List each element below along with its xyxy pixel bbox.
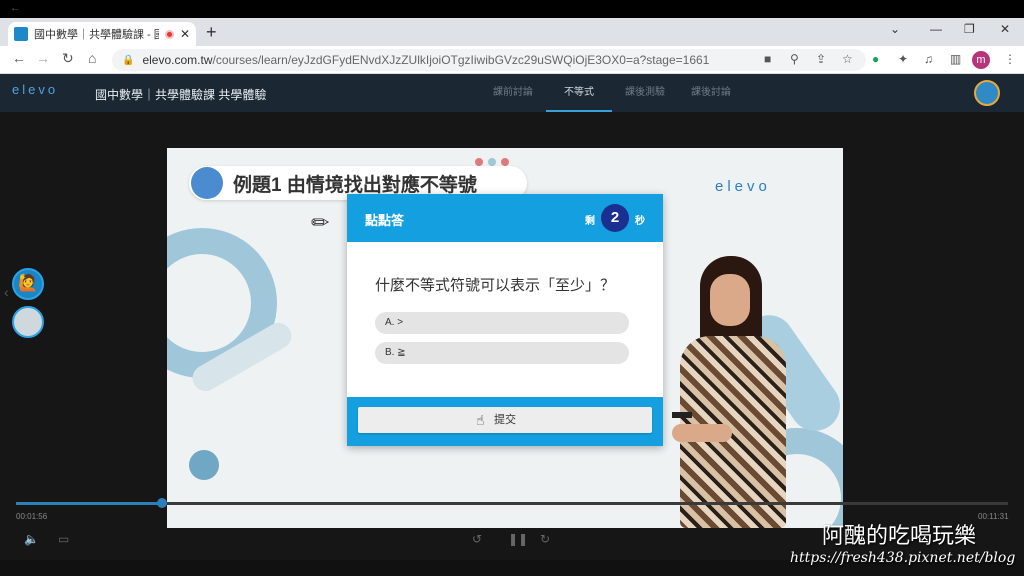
quiz-question: 什麼不等式符號可以表示「至少」？ bbox=[375, 277, 616, 294]
progress-bar[interactable] bbox=[16, 498, 1008, 508]
quiz-header: 點點答 剩 2 秒 bbox=[347, 194, 663, 242]
example-title: 例題1 由情境找出對應不等號 bbox=[233, 174, 477, 196]
camera-icon[interactable]: ■ bbox=[764, 52, 771, 66]
browser-menu-icon[interactable]: ⋮ bbox=[1004, 52, 1016, 66]
grammarly-icon[interactable]: ● bbox=[872, 52, 879, 66]
globe-icon bbox=[191, 167, 223, 199]
nav-post-discussion[interactable]: 課後討論 bbox=[678, 74, 744, 112]
browser-tab[interactable]: 國中數學｜共學體驗課 - 國中 ✕ bbox=[8, 22, 196, 46]
os-title-strip: ← bbox=[0, 0, 1024, 18]
total-time: 00:11:31 bbox=[978, 512, 1009, 521]
lesson-nav: 課前討論 不等式 課後測驗 課後討論 bbox=[480, 74, 744, 112]
course-title: 國中數學｜共學體驗課 共學體驗 bbox=[95, 88, 267, 102]
remaining-label: 剩 bbox=[585, 216, 595, 227]
back-arrow-icon[interactable]: ← bbox=[10, 2, 21, 14]
share-icon[interactable]: ⇪ bbox=[816, 52, 826, 66]
new-tab-button[interactable]: + bbox=[206, 22, 217, 43]
mascot-icon[interactable] bbox=[12, 306, 44, 338]
countdown-timer: 2 bbox=[601, 204, 629, 232]
watermark-url: https://fresh438.pixnet.net/blog bbox=[790, 550, 1016, 566]
url-path: /courses/learn/eyJzdGFydENvdXJzZUlkIjoiO… bbox=[212, 53, 710, 67]
url-host: elevo.com.tw bbox=[142, 53, 213, 67]
browser-tab-bar: 國中數學｜共學體驗課 - 國中 ✕ + ⌄ — ❐ ✕ bbox=[0, 18, 1024, 46]
seconds-label: 秒 bbox=[635, 216, 645, 227]
current-time: 00:01:56 bbox=[16, 512, 48, 521]
reload-icon[interactable]: ↻ bbox=[62, 50, 74, 67]
nav-pre-discussion[interactable]: 課前討論 bbox=[480, 74, 546, 112]
nav-inequality[interactable]: 不等式 bbox=[546, 74, 612, 112]
nav-post-quiz[interactable]: 課後測驗 bbox=[612, 74, 678, 112]
video-logo: elevo bbox=[715, 178, 771, 195]
bookmark-star-icon[interactable]: ☆ bbox=[842, 52, 853, 66]
volume-icon[interactable]: 🔈 bbox=[24, 532, 39, 546]
progress-fill bbox=[16, 502, 162, 505]
tab-title: 國中數學｜共學體驗課 - 國中 bbox=[34, 29, 159, 41]
lock-icon: 🔒 bbox=[122, 54, 135, 66]
rewind-10-icon[interactable]: ↺ bbox=[472, 532, 482, 546]
profile-avatar[interactable]: m bbox=[972, 51, 990, 69]
browser-toolbar: ← → ↻ ⌂ 🔒 elevo.com.tw/courses/learn/eyJ… bbox=[0, 46, 1024, 74]
minimize-icon[interactable]: — bbox=[930, 22, 942, 36]
collapse-arrow-icon[interactable]: ‹ bbox=[4, 284, 9, 300]
side-panel-icon[interactable]: ▥ bbox=[950, 52, 961, 66]
pause-icon[interactable]: ❚❚ bbox=[508, 532, 528, 546]
forward-30-icon[interactable]: ↻ bbox=[540, 532, 550, 546]
subtitles-icon[interactable]: ▭ bbox=[58, 532, 69, 546]
watermark-title: 阿醜的吃喝玩樂 bbox=[822, 524, 977, 549]
decor-dots bbox=[475, 158, 509, 166]
tab-close-icon[interactable]: ✕ bbox=[180, 27, 190, 41]
quiz-option-b[interactable]: B. ≧ bbox=[375, 342, 629, 364]
restore-icon[interactable]: ❐ bbox=[964, 22, 975, 36]
elevo-logo[interactable]: elevo bbox=[12, 82, 58, 97]
submit-label: 提交 bbox=[494, 414, 516, 426]
cursor-hand-icon: ☝ bbox=[476, 412, 485, 428]
address-bar[interactable]: 🔒 elevo.com.tw/courses/learn/eyJzdGFydEN… bbox=[112, 49, 866, 71]
decor-dot bbox=[189, 450, 219, 480]
recording-indicator-icon bbox=[164, 29, 174, 39]
quiz-label: 點點答 bbox=[365, 213, 405, 228]
raise-hand-icon[interactable]: 🙋 bbox=[12, 268, 44, 300]
pencil-icon: ✏ bbox=[311, 210, 330, 235]
lesson-video[interactable]: 例題1 由情境找出對應不等號 ✏ elevo 點點答 剩 2 秒 什麼不等式符號… bbox=[167, 148, 843, 528]
zoom-icon[interactable]: ⚲ bbox=[790, 52, 799, 66]
forward-button-icon[interactable]: → bbox=[36, 50, 50, 66]
elevo-favicon-icon bbox=[14, 27, 28, 41]
home-icon[interactable]: ⌂ bbox=[88, 50, 96, 66]
quiz-body: 什麼不等式符號可以表示「至少」？ A. > B. ≧ bbox=[347, 242, 663, 397]
progress-knob[interactable] bbox=[156, 498, 167, 508]
teacher-figure bbox=[672, 256, 802, 528]
quiz-option-a[interactable]: A. > bbox=[375, 312, 629, 334]
media-control-icon[interactable]: ♫ bbox=[924, 52, 933, 66]
extensions-icon[interactable]: ✦ bbox=[898, 52, 908, 66]
video-player: ‹ 🙋 例題1 由情境找出對應不等號 ✏ elevo 點點答 剩 2 秒 什麼不… bbox=[0, 112, 1024, 560]
user-avatar[interactable] bbox=[974, 80, 1000, 106]
site-header: elevo 國中數學｜共學體驗課 共學體驗 課前討論 不等式 課後測驗 課後討論 bbox=[0, 74, 1024, 112]
quiz-modal: 點點答 剩 2 秒 什麼不等式符號可以表示「至少」？ A. > B. ≧ ☝ 提… bbox=[347, 194, 663, 446]
tab-search-icon[interactable]: ⌄ bbox=[890, 22, 900, 36]
window-close-icon[interactable]: ✕ bbox=[1000, 22, 1010, 36]
back-button-icon[interactable]: ← bbox=[12, 50, 26, 66]
submit-button[interactable]: ☝ 提交 bbox=[358, 407, 652, 433]
